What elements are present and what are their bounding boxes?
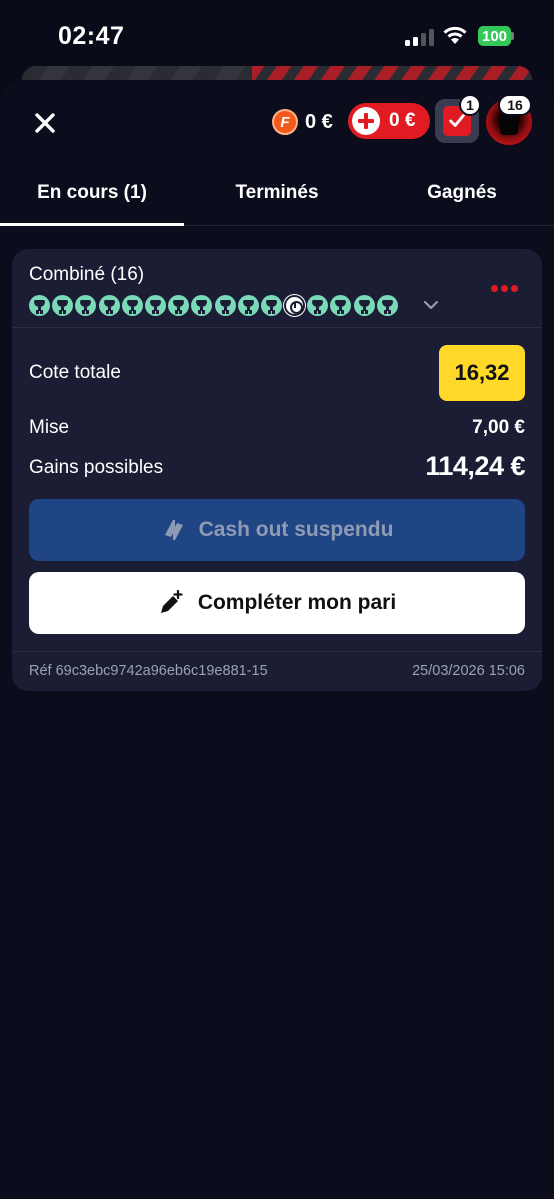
divider [12,327,542,328]
leg-won-trophy-icon [353,294,375,316]
freebet-coin-icon[interactable]: F [272,109,298,135]
battery-icon: 100 [478,26,514,46]
leg-won-trophy-icon [98,294,120,316]
close-icon [35,113,55,133]
battery-level: 100 [478,26,511,46]
active-tab-indicator [0,223,184,226]
divider [12,651,542,652]
my-bets-sheet: F 0 € 0 € 1 16 En cours (1) Terminés Gag… [0,80,554,1199]
bet-title: Combiné (16) [29,264,145,285]
bonus-balance-button[interactable]: 0 € [348,103,430,139]
close-button[interactable] [30,108,60,138]
leg-won-trophy-icon [191,294,213,316]
tab-in-progress[interactable]: En cours (1) [0,172,184,226]
total-odds-value: 16,32 [439,345,525,401]
leg-won-trophy-icon [168,294,190,316]
cellular-signal-icon [405,28,435,46]
betslip-count-badge: 1 [459,94,481,116]
leg-pending-clock-icon [284,294,306,316]
freebet-balance[interactable]: 0 € [305,109,333,135]
more-options-icon[interactable] [491,285,521,293]
cashout-button[interactable]: Cash out suspendu [29,499,525,561]
leg-won-trophy-icon [144,294,166,316]
stake-value: 7,00 € [472,417,525,438]
leg-won-trophy-icon [237,294,259,316]
gains-label: Gains possibles [29,457,164,478]
total-odds-label: Cote totale [29,362,121,383]
bet-date: 25/03/2026 15:06 [412,663,525,679]
complete-bet-button[interactable]: Compléter mon pari [29,572,525,634]
bets-tabs: En cours (1) Terminés Gagnés [0,172,554,226]
status-bar: 02:47 100 [0,0,554,70]
leg-won-trophy-icon [121,294,143,316]
edit-plus-icon [160,590,183,613]
bonus-balance: 0 € [389,110,416,131]
leg-won-trophy-icon [330,294,352,316]
avatar-count-badge: 16 [498,94,532,116]
tab-won[interactable]: Gagnés [370,172,554,226]
status-time: 02:47 [58,22,125,50]
chevron-down-icon[interactable] [422,296,440,314]
wifi-icon [443,26,467,44]
cashout-icon [164,520,183,540]
bet-legs [29,294,398,316]
cashout-label: Cash out suspendu [198,518,394,541]
leg-won-trophy-icon [29,294,50,316]
leg-won-trophy-icon [307,294,329,316]
stake-label: Mise [29,417,70,438]
leg-won-trophy-icon [376,294,398,316]
gains-value: 114,24 € [425,451,525,481]
bet-reference: Réf 69c3ebc9742a96eb6c19e881-15 [29,663,268,679]
leg-won-trophy-icon [260,294,282,316]
plus-icon [352,107,380,135]
bet-card: Combiné (16) Cote totale 16,32 Mise 7,00… [12,249,542,691]
leg-won-trophy-icon [75,294,97,316]
complete-bet-label: Compléter mon pari [197,591,397,614]
tab-finished[interactable]: Terminés [184,172,370,226]
leg-won-trophy-icon [214,294,236,316]
leg-won-trophy-icon [52,294,74,316]
